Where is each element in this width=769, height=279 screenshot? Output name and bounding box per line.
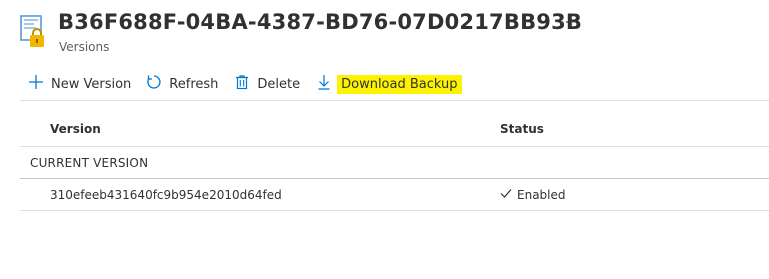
new-version-button[interactable]: New Version	[28, 71, 131, 97]
download-backup-button[interactable]: Download Backup	[316, 71, 462, 97]
column-header-status[interactable]: Status	[500, 122, 544, 136]
download-icon	[316, 74, 332, 94]
checkmark-icon	[500, 187, 512, 202]
versions-page: B36F688F-04BA-4387-BD76-07D0217BB93B Ver…	[0, 0, 769, 279]
trash-icon	[234, 74, 250, 94]
download-backup-label: Download Backup	[337, 74, 462, 94]
plus-icon	[28, 74, 44, 94]
group-label: CURRENT VERSION	[30, 156, 149, 170]
page-subtitle: Versions	[59, 40, 110, 54]
table-row[interactable]: 310efeeb431640fc9b954e2010d64fed Enabled	[20, 179, 769, 211]
status-cell: Enabled	[500, 187, 566, 202]
page-title: B36F688F-04BA-4387-BD76-07D0217BB93B	[58, 10, 583, 34]
status-label: Enabled	[517, 187, 566, 202]
new-version-label: New Version	[51, 76, 132, 92]
refresh-icon	[146, 74, 162, 94]
refresh-label: Refresh	[169, 76, 219, 92]
group-header-current-version: CURRENT VERSION	[20, 147, 769, 179]
delete-label: Delete	[257, 76, 301, 92]
refresh-button[interactable]: Refresh	[146, 71, 218, 97]
delete-button[interactable]: Delete	[234, 71, 300, 97]
command-bar: New Version Refresh Delete Download Back…	[20, 70, 462, 98]
versions-table: Version Status CURRENT VERSION 310efeeb4…	[20, 114, 769, 211]
table-header-row: Version Status	[20, 114, 769, 147]
version-id-cell[interactable]: 310efeeb431640fc9b954e2010d64fed	[50, 188, 282, 202]
toolbar-divider	[20, 100, 769, 101]
column-header-version[interactable]: Version	[50, 122, 101, 136]
ellipsis-icon[interactable]	[560, 15, 574, 29]
key-vault-certificate-icon	[20, 15, 48, 49]
page-header: B36F688F-04BA-4387-BD76-07D0217BB93B Ver…	[20, 10, 760, 60]
